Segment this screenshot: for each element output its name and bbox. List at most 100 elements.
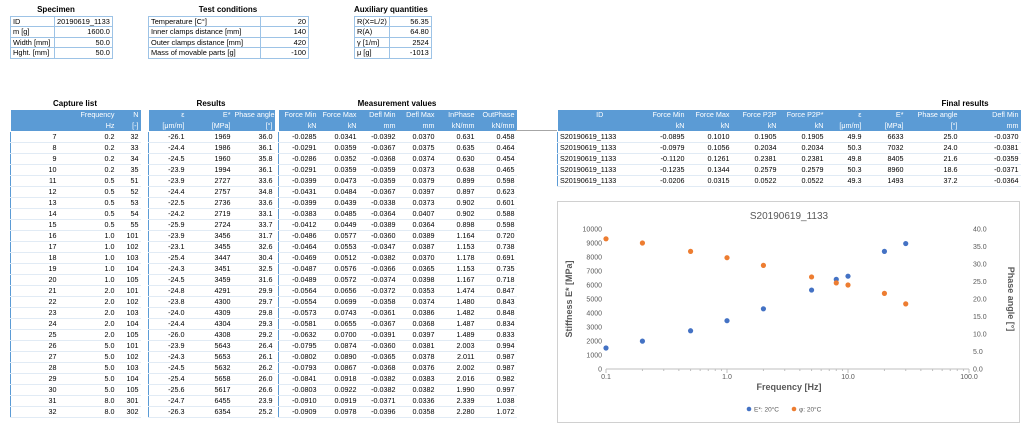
table-cell[interactable]: -26.0 [148,329,187,341]
table-cell[interactable]: 7032 [863,142,906,154]
table-cell[interactable]: 0.834 [476,318,517,330]
table-cell[interactable]: -0.1120 [641,153,687,165]
table-cell[interactable]: 0.0890 [318,351,359,363]
table-cell[interactable]: 3447 [186,252,233,264]
table-cell[interactable]: 13 [10,197,59,209]
table-cell[interactable]: -0.0372 [358,285,398,297]
table-cell[interactable]: 0.0359 [318,164,359,176]
table-cell[interactable]: -0.0489 [278,274,319,286]
table-cell[interactable]: -0.0795 [278,340,319,352]
column-unit[interactable]: Hz [58,120,117,132]
column-unit[interactable]: kN [318,120,359,132]
table-cell[interactable]: -0.0366 [358,263,398,275]
table-cell[interactable]: 2757 [186,186,233,198]
table-cell[interactable]: 0.0358 [397,406,437,418]
table-cell[interactable]: 17 [10,241,59,253]
table-cell[interactable]: -0.0399 [278,197,319,209]
table-cell[interactable]: 0.0341 [318,131,359,143]
table-cell[interactable]: 1.0 [58,230,117,242]
table-cell[interactable]: -0.1235 [641,164,687,176]
table-cell[interactable]: 9 [10,153,59,165]
table-cell[interactable]: 0.1905 [731,131,779,143]
table-cell[interactable]: -23.9 [148,340,187,352]
table-cell[interactable]: 2.0 [58,285,117,297]
table-cell[interactable]: -0.0581 [278,318,319,330]
table-cell[interactable]: 0.0449 [318,219,359,231]
table-cell[interactable]: 4291 [186,285,233,297]
table-cell[interactable]: 0.0368 [397,318,437,330]
table-cell[interactable]: 26.2 [232,362,275,374]
table-cell[interactable]: 0.464 [476,142,517,154]
table-cell[interactable]: 0.0336 [397,395,437,407]
table-cell[interactable]: 8.0 [58,395,117,407]
table-cell[interactable]: 0.1905 [778,131,826,143]
table-cell[interactable]: 5.0 [58,362,117,374]
table-cell[interactable]: -0.0367 [358,186,398,198]
table-cell[interactable]: 2727 [186,175,233,187]
table-cell[interactable]: -24.2 [148,208,187,220]
column-unit[interactable]: kN [278,120,319,132]
table-cell[interactable]: 0.0485 [318,208,359,220]
table-cell[interactable]: 0.0522 [778,175,826,187]
table-cell[interactable]: -25.6 [148,384,187,396]
table-cell[interactable]: -0.0793 [278,362,319,374]
table-cell[interactable]: -25.4 [148,373,187,385]
table-cell[interactable]: -0.0360 [358,340,398,352]
table-cell[interactable]: 1.0 [58,263,117,275]
table-cell[interactable]: 7 [10,131,59,143]
table-cell[interactable]: 5.0 [58,340,117,352]
table-cell[interactable]: 0.0978 [318,406,359,418]
column-header[interactable]: OutPhase [476,110,517,121]
table-cell[interactable]: -0.0206 [641,175,687,187]
kv-value[interactable]: -100 [260,47,309,59]
table-cell[interactable]: 0.0512 [318,252,359,264]
column-unit[interactable]: [μm/m] [148,120,187,132]
table-cell[interactable]: 0.738 [476,241,517,253]
column-unit[interactable]: kN [778,120,826,132]
kv-label[interactable]: Width [mm] [10,36,55,49]
table-cell[interactable]: 0.0656 [318,285,359,297]
table-cell[interactable]: 28 [10,362,59,374]
table-cell[interactable]: 0.2 [58,164,117,176]
table-cell[interactable]: 4308 [186,329,233,341]
table-cell[interactable]: 0.0484 [318,186,359,198]
table-cell[interactable]: -0.0365 [358,351,398,363]
table-cell[interactable]: 15 [10,219,59,231]
kv-label[interactable]: Outer clamps distance [mm] [148,36,261,49]
table-cell[interactable]: 25.2 [232,406,275,418]
table-cell[interactable]: 5632 [186,362,233,374]
table-cell[interactable]: S20190619_1133 [557,164,642,176]
table-cell[interactable]: 0.598 [476,175,517,187]
table-cell[interactable]: 26 [10,340,59,352]
table-cell[interactable]: 0.691 [476,252,517,264]
table-cell[interactable]: 0.0373 [397,164,437,176]
table-cell[interactable]: -0.0382 [358,373,398,385]
table-cell[interactable]: 0.0365 [397,263,437,275]
table-cell[interactable]: -0.0389 [358,219,398,231]
column-unit[interactable]: mm [358,120,398,132]
table-cell[interactable]: -0.0979 [641,142,687,154]
column-header[interactable] [10,110,59,121]
table-cell[interactable]: 2736 [186,197,233,209]
table-cell[interactable]: 0.982 [476,373,517,385]
kv-label[interactable]: μ [g] [354,47,390,59]
table-cell[interactable]: 0.465 [476,164,517,176]
table-cell[interactable]: -24.7 [148,395,187,407]
table-cell[interactable]: 0.0379 [397,175,437,187]
table-cell[interactable]: 1960 [186,153,233,165]
kv-label[interactable]: Hght. [mm] [10,47,55,59]
table-cell[interactable]: 104 [116,318,141,330]
table-cell[interactable]: 1.0 [58,241,117,253]
table-cell[interactable]: 37.2 [905,175,960,187]
table-cell[interactable]: -0.0487 [278,263,319,275]
column-unit[interactable]: [°] [232,120,275,132]
table-cell[interactable]: -0.0370 [959,131,1021,143]
table-cell[interactable]: 35 [116,164,141,176]
table-cell[interactable]: 0.598 [476,219,517,231]
table-cell[interactable]: 2719 [186,208,233,220]
table-cell[interactable]: 49.3 [825,175,864,187]
table-cell[interactable]: 101 [116,230,141,242]
stiffness-phase-chart[interactable]: S20190619_1133 0.1 1.0 10.0 100.0 0 1000 2000 30… [557,201,1020,423]
table-cell[interactable]: 23 [10,307,59,319]
table-cell[interactable]: 55 [116,219,141,231]
